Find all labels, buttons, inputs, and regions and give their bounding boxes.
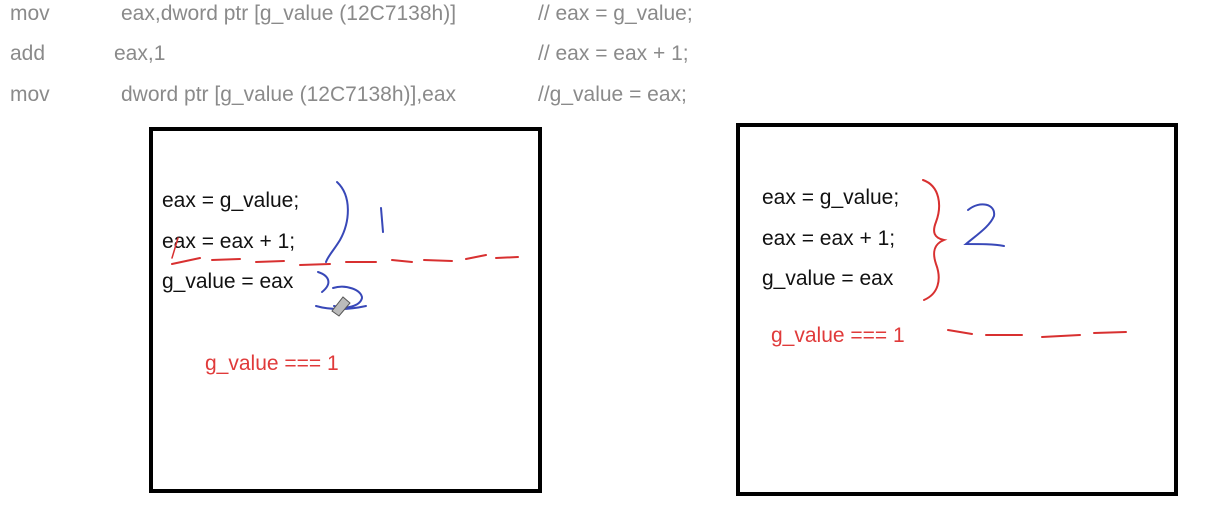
asm-op: add bbox=[10, 42, 46, 65]
left-statement-1: eax = g_value; bbox=[162, 189, 300, 212]
left-statement-2: eax = eax + 1; bbox=[162, 230, 296, 253]
asm-line-1: mov eax,dword ptr [g_value (12C7138h)] /… bbox=[0, 2, 760, 32]
asm-comment: //g_value = eax; bbox=[538, 83, 687, 106]
right-statement-2: eax = eax + 1; bbox=[762, 227, 896, 250]
right-statement-1: eax = g_value; bbox=[762, 186, 900, 209]
left-result: g_value === 1 bbox=[205, 352, 339, 375]
right-result: g_value === 1 bbox=[771, 324, 905, 347]
asm-comment: // eax = g_value; bbox=[538, 2, 693, 25]
right-panel bbox=[736, 123, 1178, 496]
asm-comment: // eax = eax + 1; bbox=[538, 42, 689, 65]
assembly-listing: mov eax,dword ptr [g_value (12C7138h)] /… bbox=[0, 0, 760, 120]
left-statement-3: g_value = eax bbox=[162, 270, 294, 293]
asm-line-3: mov dword ptr [g_value (12C7138h)],eax /… bbox=[0, 83, 760, 113]
right-statement-3: g_value = eax bbox=[762, 267, 894, 290]
asm-line-2: add eax,1 // eax = eax + 1; bbox=[0, 42, 760, 72]
asm-operands: eax,1 bbox=[114, 42, 166, 65]
asm-operands: eax,dword ptr [g_value (12C7138h)] bbox=[121, 2, 457, 25]
asm-op: mov bbox=[10, 2, 50, 25]
asm-operands: dword ptr [g_value (12C7138h)],eax bbox=[121, 83, 457, 106]
left-panel bbox=[149, 127, 542, 493]
asm-op: mov bbox=[10, 83, 50, 106]
